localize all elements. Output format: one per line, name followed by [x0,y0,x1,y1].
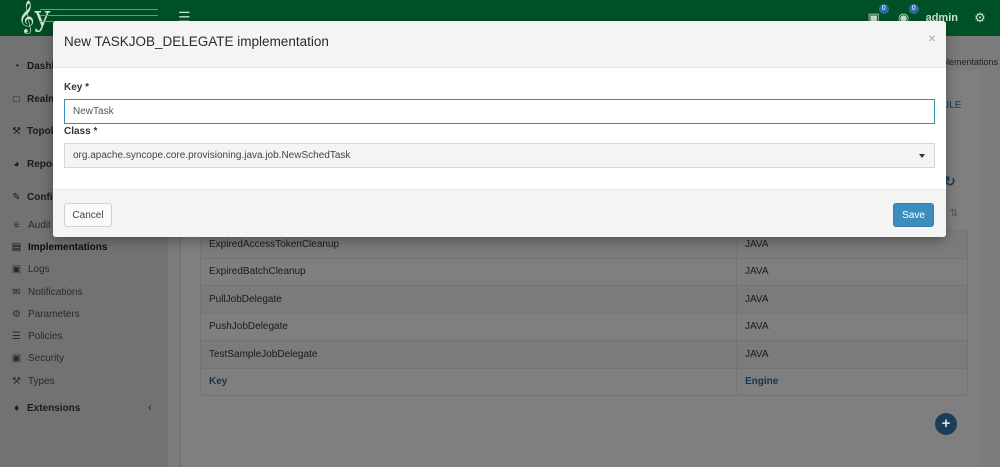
sidebar-subitem-notifications[interactable]: ✉ Notifications [11,287,82,298]
key-label: Key * [64,82,90,93]
sidebar-item-configuration[interactable]: ✎ Config [11,192,58,203]
list-icon: ☰ [12,331,21,342]
sidebar-subitem-logs[interactable]: ▣ Logs [11,264,50,275]
table-row[interactable]: PullJobDelegate JAVA [200,285,968,314]
sidebar-item-extensions[interactable]: ♦ Extensions [11,403,80,414]
gear-icon: ⚙ [12,309,21,320]
notification-badge: 0 [878,4,889,14]
sidebar-subitem-policies[interactable]: ☰ Policies [11,331,62,342]
sidebar-item-reports[interactable]: ◕ Repor [11,159,55,170]
lock-icon: ▣ [11,353,22,364]
key-input[interactable] [64,99,935,124]
wrench-icon: ⚒ [12,126,21,137]
edit-icon: ✎ [12,192,21,203]
table-row[interactable]: ExpiredBatchCleanup JAVA [200,257,968,286]
chevron-left-icon[interactable]: ‹ [148,402,152,414]
table-row[interactable]: TestSampleJobDelegate JAVA [200,340,968,369]
close-icon[interactable]: × [928,31,936,45]
table-footer-row: Key Engine [200,367,968,396]
modal-title: New TASKJOB_DELEGATE implementation [64,34,329,49]
class-select-value: org.apache.syncope.core.provisioning.jav… [73,150,351,161]
gears-icon[interactable]: ⚙ [972,10,988,26]
caret-down-icon [919,154,925,158]
puzzle-icon: ♦ [13,403,20,414]
breadcrumb[interactable]: plementations [942,57,998,67]
pie-chart-icon: ◕ [13,159,20,170]
sidebar-item-dashboard[interactable]: ◔ Dashb [11,61,57,72]
sort-icon[interactable]: ⇅ [950,208,958,219]
table-row[interactable]: PushJobDelegate JAVA [200,312,968,341]
add-implementation-button[interactable]: + [935,413,957,435]
column-header-engine[interactable]: Engine [736,367,968,396]
file-text-icon: ▣ [11,264,22,275]
folder-icon: □ [13,94,20,105]
modal-body: Key * Class * org.apache.syncope.core.pr… [53,68,946,189]
modal-header: New TASKJOB_DELEGATE implementation × [53,21,946,68]
class-select[interactable]: org.apache.syncope.core.provisioning.jav… [64,143,935,168]
list-icon: ≡ [13,220,20,231]
column-header-key[interactable]: Key [200,367,737,396]
modal-footer: Cancel Save [53,189,946,237]
logo-text: 𝄞y [18,0,51,33]
file-icon: ▤ [11,242,22,253]
class-label: Class * [64,126,98,137]
sidebar-item-realms[interactable]: □ Realm [11,94,57,105]
sidebar-subitem-parameters[interactable]: ⚙ Parameters [11,309,80,320]
eye-badge: 0 [908,4,919,14]
new-implementation-modal: New TASKJOB_DELEGATE implementation × Ke… [53,21,946,237]
sidebar-subitem-implementations[interactable]: ▤ Implementations [11,242,108,253]
dashboard-icon: ◔ [13,61,20,72]
cancel-button[interactable]: Cancel [64,203,112,227]
envelope-icon: ✉ [12,287,21,298]
wrench-icon: ⚒ [12,376,21,387]
save-button[interactable]: Save [893,203,934,227]
sidebar-subitem-types[interactable]: ⚒ Types [11,376,55,387]
implementations-table: ExpiredAccessTokenCleanup JAVA ExpiredBat… [200,230,968,396]
sidebar-subitem-audit[interactable]: ≡ Audit [11,220,51,231]
sidebar-subitem-security[interactable]: ▣ Security [11,353,64,364]
